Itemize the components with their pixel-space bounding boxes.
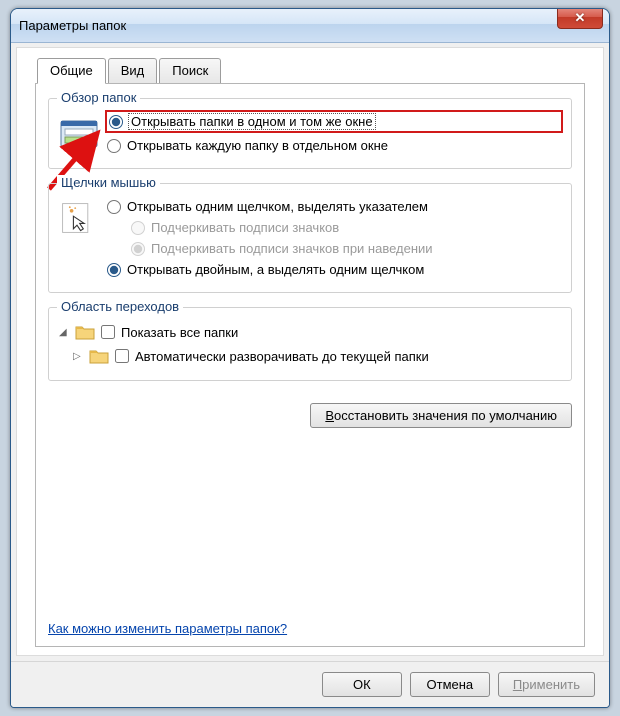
browse-folders-icon [59,111,107,152]
restore-defaults-button[interactable]: Восстановить значения по умолчанию [310,403,572,428]
radio-single-click-row[interactable]: Открывать одним щелчком, выделять указат… [107,196,561,217]
tree-expand-icon[interactable]: ▷ [73,351,83,362]
radio-double-click-row[interactable]: Открывать двойным, а выделять одним щелч… [107,259,561,280]
group-browse-folders: Обзор папок Открывать папки в [48,98,572,169]
tab-general[interactable]: Общие [37,58,106,84]
radio-same-window-label: Открывать папки в одном и том же окне [129,114,375,129]
restore-defaults-label: осстановить значения по умолчанию [334,408,557,423]
checkbox-show-all-folders[interactable] [101,325,115,339]
radio-underline-hover-row: Подчеркивать подписи значков при наведен… [107,238,561,259]
folder-icon [75,323,95,341]
tabstrip: Общие Вид Поиск [35,58,585,84]
radio-underline-always-row: Подчеркивать подписи значков [107,217,561,238]
window-title: Параметры папок [19,18,126,33]
cancel-button[interactable]: Отмена [410,672,490,697]
radio-single-click[interactable] [107,200,121,214]
radio-underline-always-label: Подчеркивать подписи значков [151,220,339,235]
ok-button[interactable]: ОК [322,672,402,697]
radio-underline-hover [131,242,145,256]
group-click-items: Щелчки мышью От [48,183,572,293]
tab-panel-general: Обзор папок Открывать папки в [35,83,585,647]
titlebar[interactable]: Параметры папок ✕ [11,9,609,43]
group-navigation-pane-title: Область переходов [57,299,183,314]
checkbox-show-all-folders-row[interactable]: ◢ Показать все папки [59,320,561,344]
help-link[interactable]: Как можно изменить параметры папок? [48,621,572,636]
radio-single-click-label: Открывать одним щелчком, выделять указат… [127,199,428,214]
group-browse-folders-title: Обзор папок [57,90,140,105]
click-items-icon [59,196,107,239]
checkbox-show-all-folders-label: Показать все папки [121,325,238,340]
radio-underline-always [131,221,145,235]
radio-same-window-row[interactable]: Открывать папки в одном и том же окне [105,110,563,133]
apply-button: Применить [498,672,595,697]
tree-collapse-icon[interactable]: ◢ [59,327,69,338]
checkbox-auto-expand[interactable] [115,349,129,363]
radio-underline-hover-label: Подчеркивать подписи значков при наведен… [151,241,433,256]
folder-options-window: Параметры папок ✕ Общие Вид Поиск Обзор … [10,8,610,708]
checkbox-auto-expand-label: Автоматически разворачивать до текущей п… [135,349,429,364]
tab-search[interactable]: Поиск [159,58,221,84]
group-click-items-title: Щелчки мышью [57,175,160,190]
close-icon: ✕ [575,10,586,26]
radio-double-click[interactable] [107,263,121,277]
group-navigation-pane: Область переходов ◢ Показать все папки ▷ [48,307,572,381]
close-button[interactable]: ✕ [557,8,603,29]
radio-double-click-label: Открывать двойным, а выделять одним щелч… [127,262,424,277]
dialog-body: Общие Вид Поиск Обзор папок [16,47,604,656]
radio-new-window[interactable] [107,139,121,153]
checkbox-auto-expand-row[interactable]: ▷ Автоматически разворачивать до текущей… [59,344,561,368]
radio-new-window-label: Открывать каждую папку в отдельном окне [127,138,388,153]
tab-view[interactable]: Вид [108,58,158,84]
dialog-button-row: ОК Отмена Применить [11,661,609,707]
folder-icon [89,347,109,365]
radio-new-window-row[interactable]: Открывать каждую папку в отдельном окне [107,135,561,156]
radio-same-window[interactable] [109,115,123,129]
